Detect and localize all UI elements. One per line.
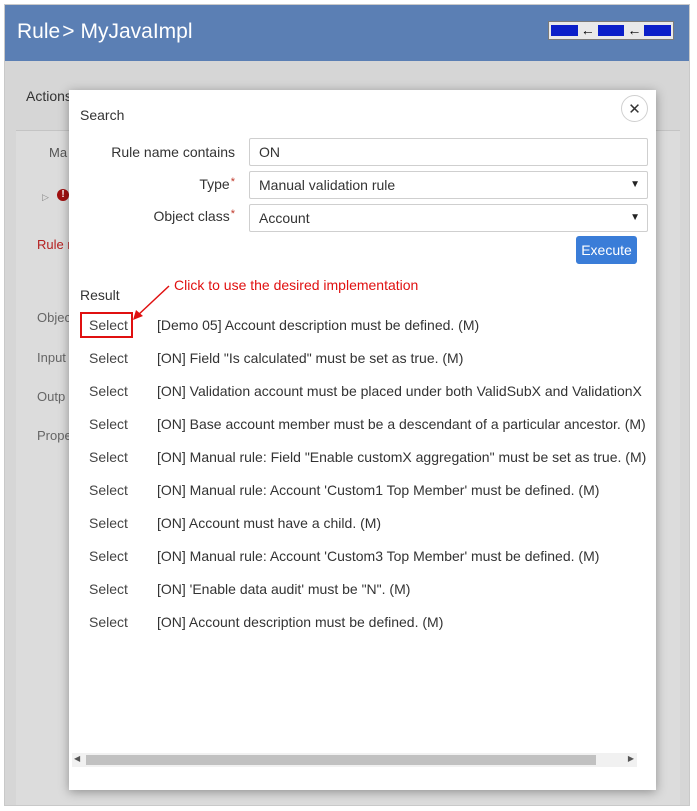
arrow-left-icon[interactable]: ←	[580, 23, 596, 37]
execute-button[interactable]: Execute	[576, 236, 637, 264]
select-link[interactable]: Select	[89, 383, 128, 399]
arrow-left-icon[interactable]: ←	[626, 23, 642, 37]
object-class-select[interactable]: Account ▼	[249, 204, 648, 232]
background-rule-text: Rule r	[37, 237, 72, 252]
select-link[interactable]: Select	[89, 449, 128, 465]
result-row: Select [ON] Validation account must be pl…	[80, 375, 646, 408]
object-class-select-value: Account	[259, 210, 310, 226]
object-class-label-text: Object class	[153, 208, 230, 224]
scroll-right-icon[interactable]: ▶	[628, 754, 634, 763]
rule-description: [ON] Field "Is calculated" must be set a…	[157, 350, 464, 366]
nav-block[interactable]	[644, 25, 672, 36]
dialog-title: Search	[80, 107, 125, 123]
rule-description: [ON] Account description must be defined…	[157, 614, 444, 630]
required-mark: *	[230, 208, 235, 220]
result-row: Select [ON] Manual rule: Field "Enable cu…	[80, 441, 646, 474]
nav-block[interactable]	[597, 25, 625, 36]
annotation-callout: Click to use the desired implementation	[174, 277, 419, 293]
type-select[interactable]: Manual validation rule ▼	[249, 171, 648, 199]
rule-description: [ON] Manual rule: Account 'Custom3 Top M…	[157, 548, 600, 564]
type-label: Type*	[199, 176, 235, 192]
header-separator: >	[62, 20, 75, 43]
expand-caret-icon[interactable]: ▷	[42, 192, 49, 203]
scroll-left-icon[interactable]: ◀	[74, 754, 80, 763]
select-link[interactable]: Select	[89, 416, 128, 432]
background-label-output: Outp	[37, 389, 66, 404]
result-list: Select [Demo 05] Account description must…	[80, 309, 646, 749]
select-link[interactable]: Select	[89, 515, 128, 531]
select-link[interactable]: Select	[89, 614, 128, 630]
rule-name-value: ON	[259, 144, 280, 160]
result-row: Select [ON] Account must have a child. (M…	[80, 507, 646, 540]
select-link[interactable]: Select	[89, 350, 128, 366]
background-tab[interactable]: Ma	[49, 145, 67, 160]
rule-description: [ON] Manual rule: Account 'Custom1 Top M…	[157, 482, 600, 498]
rule-description: [ON] Validation account must be placed u…	[157, 383, 642, 399]
dropdown-arrow-icon: ▼	[630, 212, 640, 223]
result-heading: Result	[80, 287, 120, 303]
rule-description: [ON] Base account member must be a desce…	[157, 416, 646, 432]
rule-description: [ON] Manual rule: Field "Enable customX …	[157, 449, 646, 465]
dropdown-arrow-icon: ▼	[630, 179, 640, 190]
object-class-label: Object class*	[153, 208, 235, 224]
type-label-text: Type	[199, 176, 230, 192]
select-link[interactable]: Select	[89, 482, 128, 498]
select-link[interactable]: Select	[89, 317, 128, 333]
search-dialog: Search ✕ Rule name contains ON Type* Man…	[69, 90, 656, 790]
header-prefix: Rule	[17, 20, 61, 43]
rule-name-input[interactable]: ON	[249, 138, 648, 166]
close-button[interactable]: ✕	[621, 95, 648, 122]
header-title: Rule> MyJavaImpl	[17, 20, 193, 44]
result-row: Select [ON] Field "Is calculated" must be…	[80, 342, 646, 375]
background-label-properties: Prope	[37, 428, 72, 443]
rule-description: [ON] Account must have a child. (M)	[157, 515, 382, 531]
background-label-input: Input	[37, 350, 66, 365]
result-row: Select [ON] Account description must be d…	[80, 606, 646, 639]
horizontal-scrollbar[interactable]: ◀ ▶	[72, 753, 637, 767]
select-link[interactable]: Select	[89, 581, 128, 597]
close-icon: ✕	[628, 100, 641, 118]
result-row: Select [Demo 05] Account description must…	[80, 309, 646, 342]
result-row: Select [ON] Manual rule: Account 'Custom1…	[80, 474, 646, 507]
required-mark: *	[230, 176, 235, 188]
rule-description: [ON] 'Enable data audit' must be "N". (M…	[157, 581, 411, 597]
error-icon: !	[57, 189, 69, 201]
app-header: Rule> MyJavaImpl ← ←	[5, 5, 689, 61]
select-link[interactable]: Select	[89, 548, 128, 564]
result-row: Select [ON] Manual rule: Account 'Custom3…	[80, 540, 646, 573]
nav-block[interactable]	[551, 25, 578, 36]
actions-label: Actions	[26, 88, 72, 104]
rule-description: [Demo 05] Account description must be de…	[157, 317, 480, 333]
result-row: Select [ON] 'Enable data audit' must be "…	[80, 573, 646, 606]
result-row: Select [ON] Base account member must be a…	[80, 408, 646, 441]
history-navigation[interactable]: ← ←	[548, 21, 674, 40]
type-select-value: Manual validation rule	[259, 177, 396, 193]
header-rule-name: MyJavaImpl	[80, 20, 193, 43]
background-label-object: Objec	[37, 310, 71, 325]
rule-name-label: Rule name contains	[111, 144, 235, 160]
scrollbar-thumb[interactable]	[86, 755, 596, 765]
